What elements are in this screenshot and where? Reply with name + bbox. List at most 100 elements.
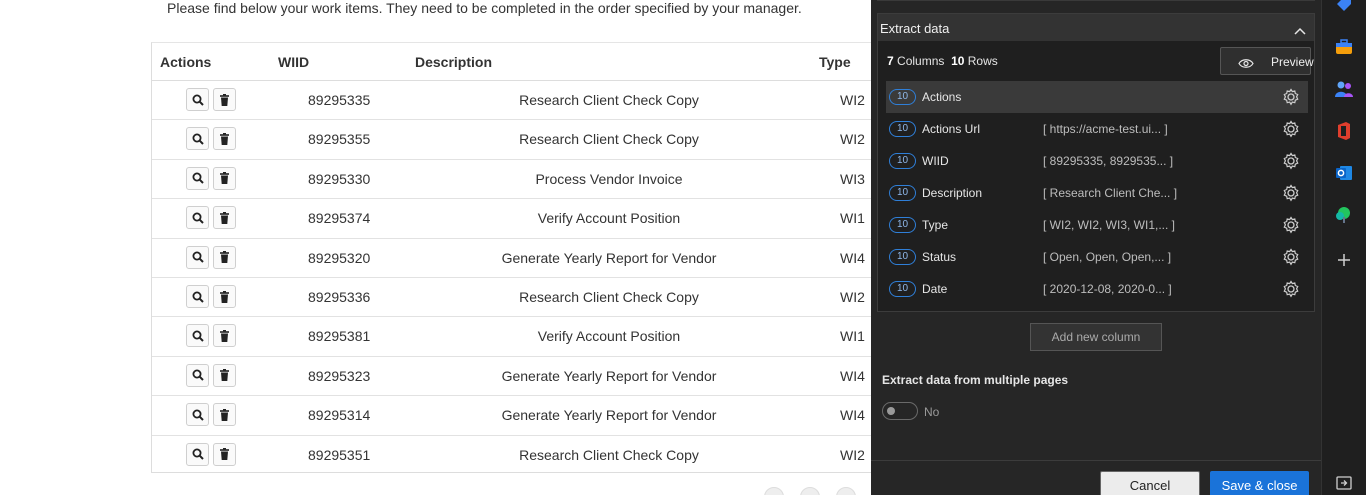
header-actions: Actions — [160, 54, 212, 70]
sidebar-collapse-icon[interactable] — [1334, 473, 1354, 493]
plus-icon[interactable] — [1334, 250, 1354, 270]
extract-column-row[interactable]: 10 Status [ Open, Open, Open,... ] — [886, 241, 1308, 273]
cell-description: Research Client Check Copy — [519, 446, 699, 463]
header-type: Type — [819, 54, 851, 70]
search-icon[interactable] — [186, 285, 209, 308]
cell-type: WI4 — [840, 367, 865, 384]
footer-divider — [871, 460, 1321, 461]
gear-icon[interactable] — [1282, 216, 1300, 239]
multi-pages-toggle[interactable] — [882, 402, 918, 420]
table-row: 89295336 Research Client Check Copy WI2 — [152, 278, 872, 318]
trash-icon[interactable] — [213, 324, 236, 348]
trash-icon[interactable] — [213, 363, 236, 387]
gear-icon[interactable] — [1282, 184, 1300, 207]
column-count-badge: 10 — [889, 153, 916, 169]
column-count-badge: 10 — [889, 121, 916, 137]
pager-next[interactable] — [836, 487, 856, 495]
extract-data-title: Extract data — [880, 21, 950, 36]
gear-icon[interactable] — [1282, 248, 1300, 271]
extract-counts: 7 Columns 10 Rows — [887, 54, 998, 68]
search-icon[interactable] — [186, 166, 209, 190]
preview-label: Preview — [1271, 55, 1314, 69]
preview-button[interactable]: Preview — [1220, 47, 1314, 75]
table-row: 89295335 Research Client Check Copy WI2 — [152, 81, 872, 121]
gear-icon[interactable] — [1282, 120, 1300, 143]
eye-icon — [1238, 56, 1254, 74]
chevron-up-icon[interactable] — [1294, 22, 1306, 40]
tag-icon[interactable] — [1334, 0, 1354, 14]
column-count-badge: 10 — [889, 217, 916, 233]
cell-type: WI2 — [840, 131, 865, 148]
table-row: 89295330 Process Vendor Invoice WI3 — [152, 160, 872, 200]
table-row: 89295374 Verify Account Position WI1 — [152, 199, 872, 239]
toggle-knob — [887, 406, 895, 415]
people-icon[interactable] — [1334, 79, 1354, 99]
trash-icon[interactable] — [213, 442, 236, 466]
cancel-button[interactable]: Cancel — [1100, 471, 1200, 495]
gear-icon[interactable] — [1282, 152, 1300, 175]
trash-icon[interactable] — [213, 285, 236, 308]
trash-icon[interactable] — [213, 245, 236, 269]
table-header-row: Actions WIID Description Type — [152, 43, 872, 81]
trash-icon[interactable] — [213, 127, 236, 151]
cell-wiid: 89295374 — [308, 210, 371, 227]
column-values: [ WI2, WI2, WI3, WI1,... ] — [1043, 218, 1176, 232]
cell-type: WI4 — [840, 407, 865, 424]
cell-description: Research Client Check Copy — [519, 92, 699, 108]
gear-icon[interactable] — [1282, 280, 1300, 303]
search-icon[interactable] — [186, 206, 209, 230]
app-sidebar — [1321, 0, 1366, 495]
cell-wiid: 89295381 — [308, 328, 371, 345]
extract-data-panel: Extract data 7 Columns 10 Rows Preview 1… — [871, 0, 1321, 495]
header-description: Description — [415, 54, 493, 70]
briefcase-icon[interactable] — [1334, 37, 1354, 57]
column-count-badge: 10 — [889, 89, 916, 105]
extract-column-row[interactable]: 10 Type [ WI2, WI2, WI3, WI1,... ] — [886, 209, 1308, 241]
trash-icon[interactable] — [213, 403, 236, 427]
outlook-icon[interactable] — [1334, 163, 1354, 183]
cell-wiid: 89295330 — [308, 170, 371, 187]
extract-column-row[interactable]: 10 Actions Url [ https://acme-test.ui... ] — [886, 113, 1308, 145]
search-icon[interactable] — [186, 324, 209, 348]
trash-icon[interactable] — [213, 88, 236, 111]
multi-pages-value: No — [924, 405, 940, 419]
tree-icon[interactable] — [1334, 205, 1354, 225]
rows-label: Rows — [967, 54, 998, 68]
cell-wiid: 89295335 — [308, 92, 371, 108]
search-icon[interactable] — [186, 403, 209, 427]
cell-type: WI3 — [840, 170, 865, 187]
pager-page[interactable] — [800, 487, 820, 495]
search-icon[interactable] — [186, 127, 209, 151]
cell-description: Process Vendor Invoice — [535, 170, 683, 187]
cell-type: WI4 — [840, 249, 865, 266]
table-row: 89295323 Generate Yearly Report for Vendo… — [152, 357, 872, 397]
column-name: Type — [922, 218, 949, 232]
column-values: [ 89295335, 8929535... ] — [1043, 154, 1174, 168]
column-name: Actions — [922, 90, 962, 104]
search-icon[interactable] — [186, 245, 209, 269]
extract-column-row[interactable]: 10 WIID [ 89295335, 8929535... ] — [886, 145, 1308, 177]
trash-icon[interactable] — [213, 206, 236, 230]
add-new-column-button[interactable]: Add new column — [1030, 323, 1162, 351]
column-name: WIID — [922, 154, 949, 168]
column-name: Description — [922, 186, 983, 200]
search-icon[interactable] — [186, 88, 209, 111]
trash-icon[interactable] — [213, 166, 236, 190]
office-icon[interactable] — [1334, 121, 1354, 141]
panel-divider — [877, 0, 1315, 1]
save-close-button[interactable]: Save & close — [1210, 471, 1309, 495]
search-icon[interactable] — [186, 363, 209, 387]
extract-column-row[interactable]: 10 Actions — [886, 81, 1308, 113]
extract-data-section: Extract data 7 Columns 10 Rows Preview 1… — [877, 13, 1315, 312]
gear-icon[interactable] — [1282, 88, 1300, 111]
cell-description: Research Client Check Copy — [519, 131, 699, 148]
cell-type: WI1 — [840, 210, 865, 227]
cell-wiid: 89295323 — [308, 367, 371, 384]
extract-data-header[interactable]: Extract data — [878, 14, 1314, 41]
pager-prev[interactable] — [764, 487, 784, 495]
search-icon[interactable] — [186, 442, 209, 466]
extract-column-row[interactable]: 10 Date [ 2020-12-08, 2020-0... ] — [886, 273, 1308, 305]
column-name: Date — [922, 282, 948, 296]
work-items-table: Actions WIID Description Type 89295335 Re… — [151, 42, 872, 473]
extract-column-row[interactable]: 10 Description [ Research Client Che... ] — [886, 177, 1308, 209]
